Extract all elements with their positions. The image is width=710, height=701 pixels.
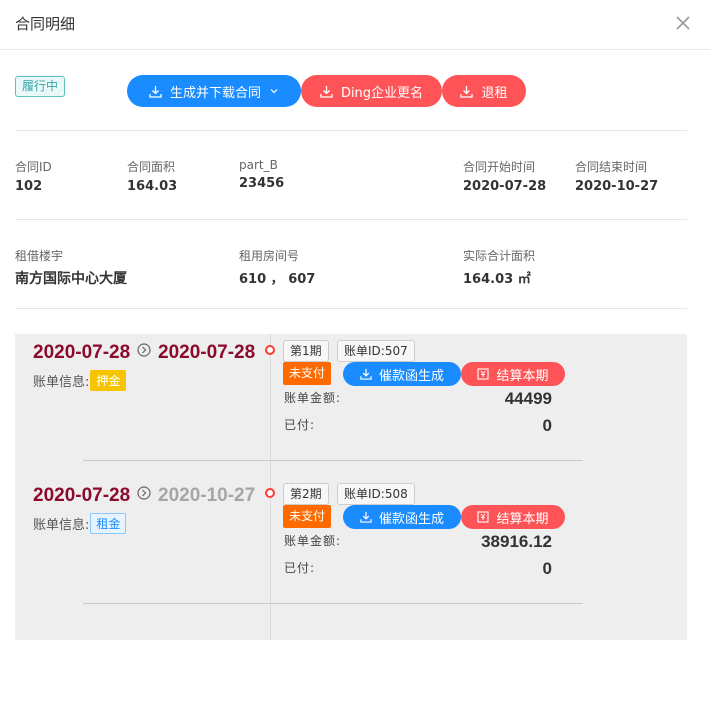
amount-label: 账单金额: [284, 534, 342, 548]
status-badge: 履行中 [15, 76, 66, 97]
bill-date-from: 2020-07-28 [33, 485, 131, 506]
actual-area-value: 164.03 ㎡ [463, 272, 531, 287]
terminate-lease-button[interactable]: 退租 [442, 75, 526, 107]
contract-id-value: 102 [15, 179, 43, 194]
partb-value: 23456 [239, 176, 285, 191]
settle-icon [477, 511, 490, 523]
bill-date-from: 2020-07-28 [33, 342, 131, 363]
bill-timeline: 2020-07-28 2020-07-28 账单信息: 押金 第1期 账单ID:… [15, 334, 687, 640]
contract-id-field: 合同ID 102 [15, 158, 52, 194]
notice-letter-button[interactable]: 催款函生成 [343, 505, 461, 529]
room-field: 租用房间号 610 ， 607 [239, 247, 315, 287]
actual-area-field: 实际合计面积 164.03 ㎡ [463, 247, 535, 287]
download-icon [149, 85, 162, 98]
bill-type-tag: 租金 [90, 513, 127, 534]
divider [15, 130, 687, 131]
terminate-lease-label: 退租 [481, 85, 508, 101]
download-icon [460, 85, 474, 98]
bill-date-to: 2020-10-27 [158, 485, 256, 506]
bill-date-to: 2020-07-28 [158, 342, 256, 363]
bill-separator [83, 603, 583, 604]
contract-area-field: 合同面积 164.03 [127, 158, 177, 194]
bill-info: 账单信息: 押金 [33, 370, 127, 391]
room-label: 租用房间号 [239, 249, 300, 263]
settle-period-button[interactable]: 结算本期 [461, 505, 565, 529]
settle-period-label: 结算本期 [496, 368, 549, 384]
paid-label: 已付: [284, 418, 316, 432]
chevron-down-icon [270, 89, 278, 94]
timeline-dot [265, 345, 275, 355]
period-chip: 第1期 [283, 340, 329, 362]
partb-label: part_B [239, 158, 278, 172]
arrow-right-icon [137, 486, 151, 500]
bill-info-label: 账单信息: [33, 518, 90, 533]
ding-rename-label: Ding企业更名 [340, 85, 424, 101]
generate-contract-button[interactable]: 生成并下载合同 [127, 75, 301, 107]
close-icon[interactable] [672, 12, 694, 34]
actual-area-label: 实际合计面积 [463, 249, 536, 263]
settle-period-label: 结算本期 [496, 511, 549, 527]
end-date-field: 合同结束时间 2020-10-27 [575, 158, 658, 194]
contract-area-label: 合同面积 [127, 160, 176, 174]
dialog-title: 合同明细 [15, 15, 76, 33]
start-date-label: 合同开始时间 [463, 160, 536, 174]
dialog-header: 合同明细 [0, 0, 710, 50]
settle-icon [477, 368, 490, 380]
end-date-value: 2020-10-27 [575, 179, 659, 194]
generate-contract-label: 生成并下载合同 [169, 85, 261, 101]
notice-letter-label: 催款函生成 [378, 368, 444, 384]
start-date-value: 2020-07-28 [463, 179, 547, 194]
amount-value: 44499 [504, 389, 552, 408]
download-icon [320, 85, 333, 98]
notice-letter-button[interactable]: 催款函生成 [343, 362, 461, 386]
unpaid-badge: 未支付 [283, 505, 332, 528]
building-value: 南方国际中心大厦 [15, 271, 127, 287]
divider [15, 219, 687, 220]
paid-value: 0 [542, 559, 552, 578]
download-icon [360, 511, 372, 523]
bill-id-chip: 账单ID:507 [337, 340, 415, 362]
contract-id-label: 合同ID [15, 160, 52, 174]
ding-rename-button[interactable]: Ding企业更名 [301, 75, 442, 107]
building-field: 租借楼宇 南方国际中心大厦 [15, 247, 127, 288]
bill-info-label: 账单信息: [33, 375, 90, 390]
bill-item: 2020-07-28 2020-10-27 账单信息: 租金 第2期 账单ID:… [15, 477, 687, 620]
notice-letter-label: 催款函生成 [378, 511, 444, 527]
amount-label: 账单金额: [284, 391, 342, 405]
partb-field: part_B 23456 [239, 158, 284, 191]
contract-area-value: 164.03 [127, 179, 178, 194]
settle-period-button[interactable]: 结算本期 [461, 362, 565, 386]
room-value: 610 ， 607 [239, 272, 316, 287]
bill-type-tag: 押金 [90, 370, 127, 391]
period-chip: 第2期 [283, 483, 329, 505]
start-date-field: 合同开始时间 2020-07-28 [463, 158, 546, 194]
amount-value: 38916.12 [481, 532, 552, 551]
timeline-dot [265, 488, 275, 498]
bill-item: 2020-07-28 2020-07-28 账单信息: 押金 第1期 账单ID:… [15, 334, 687, 477]
building-label: 租借楼宇 [15, 249, 64, 263]
download-icon [360, 368, 372, 380]
arrow-right-icon [137, 343, 151, 357]
end-date-label: 合同结束时间 [575, 160, 648, 174]
paid-label: 已付: [284, 561, 316, 575]
unpaid-badge: 未支付 [283, 362, 332, 385]
paid-value: 0 [542, 416, 552, 435]
bill-id-chip: 账单ID:508 [337, 483, 415, 505]
divider [15, 308, 687, 309]
bill-info: 账单信息: 租金 [33, 513, 127, 534]
bill-separator [83, 460, 583, 461]
